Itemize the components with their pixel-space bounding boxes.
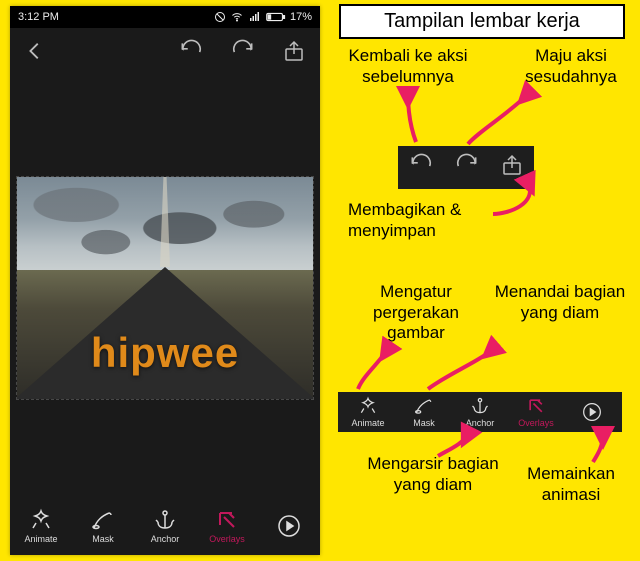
work-area[interactable]: hipwee [10,78,320,497]
watermark: hipwee [17,329,313,377]
snippet-play [568,402,616,422]
label-animate: Mengatur pergerakan gambar [346,282,486,344]
undo-icon [408,152,434,183]
snippet-overlays: Overlays [512,396,560,428]
label-redo: Maju aksi sesudahnya [506,46,636,87]
status-right: 17% [214,11,312,23]
label-mask: Menandai bagian yang diam [490,282,630,323]
snippet-animate: Animate [344,396,392,428]
tool-animate[interactable]: Animate [13,508,69,544]
battery-icon [266,11,286,23]
label-anchor: Mengarsir bagian yang diam [358,454,508,495]
panel-title: Tampilan lembar kerja [339,4,625,39]
status-time: 3:12 PM [18,11,59,23]
wifi-icon [230,11,244,23]
battery-pct: 17% [290,11,312,23]
top-bar [10,28,320,78]
toolbar-snippet: Animate Mask Anchor Overlays [338,392,622,432]
tool-label: Animate [24,534,57,544]
editing-image[interactable]: hipwee [16,176,314,400]
dnd-icon [214,11,226,23]
snippet-mask: Mask [400,396,448,428]
redo-button[interactable] [230,38,256,69]
tool-label: Anchor [151,534,180,544]
bottom-toolbar: Animate Mask Anchor Overlays [10,497,320,555]
share-icon [500,153,524,182]
status-bar: 3:12 PM 17% [10,6,320,28]
share-button[interactable] [282,39,306,68]
signal-icon [248,11,262,23]
snippet-anchor: Anchor [456,396,504,428]
back-button[interactable] [24,40,46,67]
redo-icon [454,152,480,183]
tool-mask[interactable]: Mask [75,508,131,544]
phone-frame: 3:12 PM 17% [10,6,320,555]
tutorial-canvas: 3:12 PM 17% [0,0,640,561]
tool-label: Mask [92,534,114,544]
tool-anchor[interactable]: Anchor [137,508,193,544]
undo-button[interactable] [178,38,204,69]
tool-overlays[interactable]: Overlays [199,508,255,544]
label-undo: Kembali ke aksi sebelumnya [328,46,488,87]
tool-play[interactable] [261,514,317,538]
tool-label: Overlays [209,534,245,544]
label-share: Membagikan & menyimpan [348,200,508,241]
topbar-snippet [398,146,534,189]
explanation-panel: Tampilan lembar kerja Kembali ke aksi se… [328,4,636,557]
label-play: Memainkan animasi [506,464,636,505]
